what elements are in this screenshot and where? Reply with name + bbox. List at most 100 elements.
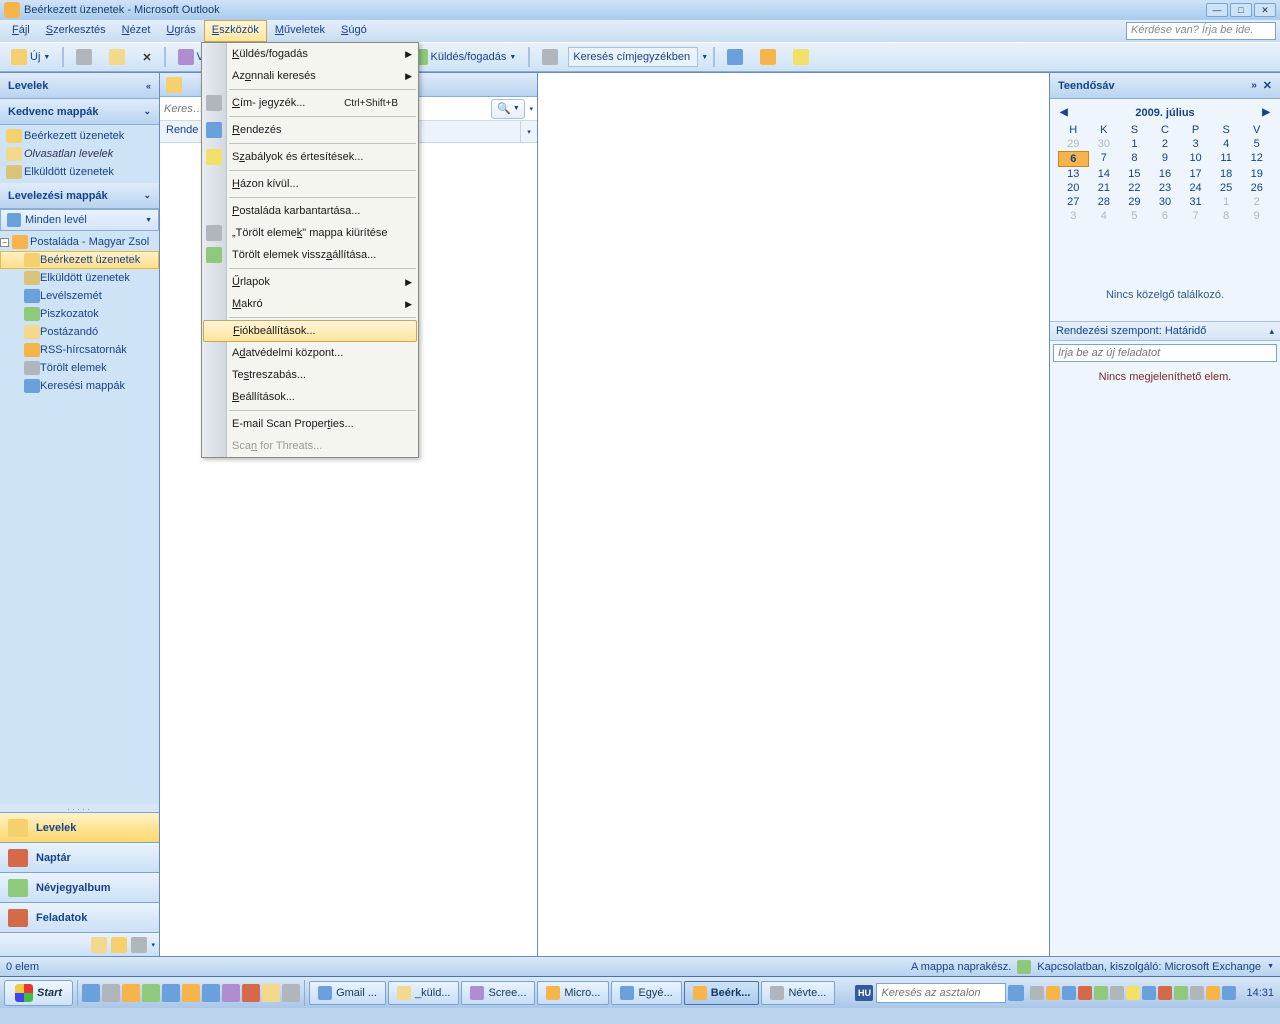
calendar-day[interactable]: 6 xyxy=(1058,151,1089,167)
arrange-dropdown[interactable]: ▾ xyxy=(521,121,537,142)
prev-month-button[interactable]: ◀ xyxy=(1060,107,1068,118)
folder-item[interactable]: Törölt elemek xyxy=(0,359,159,377)
calendar-day[interactable]: 23 xyxy=(1150,181,1181,195)
calendar-day[interactable]: 24 xyxy=(1180,181,1211,195)
calendar-day[interactable]: 21 xyxy=(1089,181,1120,195)
menu-item[interactable]: „Törölt elemek" mappa kiürítése xyxy=(202,222,418,244)
nav-resize-grip[interactable]: ····· xyxy=(0,804,159,812)
tray-icon[interactable] xyxy=(1062,986,1076,1000)
favorite-folder[interactable]: Elküldött üzenetek xyxy=(0,163,159,181)
calendar-day[interactable]: 4 xyxy=(1089,209,1120,223)
menu-item[interactable]: Fiókbeállítások... xyxy=(203,320,417,342)
ql-icon[interactable] xyxy=(142,984,160,1002)
ql-icon[interactable] xyxy=(82,984,100,1002)
help-button[interactable] xyxy=(720,46,750,68)
calendar-day[interactable]: 15 xyxy=(1119,167,1150,181)
calendar-day[interactable]: 8 xyxy=(1119,151,1150,167)
calendar-day[interactable]: 22 xyxy=(1119,181,1150,195)
calendar-day[interactable]: 6 xyxy=(1150,209,1181,223)
menu-item[interactable]: Beállítások... xyxy=(202,386,418,408)
ql-icon[interactable] xyxy=(242,984,260,1002)
tool-b-button[interactable] xyxy=(786,46,816,68)
menu-súgó[interactable]: Súgó xyxy=(333,20,375,42)
calendar-day[interactable]: 2 xyxy=(1241,195,1272,209)
clock[interactable]: 14:31 xyxy=(1240,987,1280,999)
calendar-day[interactable]: 7 xyxy=(1180,209,1211,223)
tray-icon[interactable] xyxy=(1110,986,1124,1000)
arrange-by-label[interactable]: Rende xyxy=(160,121,205,142)
calendar-day[interactable]: 2 xyxy=(1150,137,1181,151)
menu-item[interactable]: E-mail Scan Properties... xyxy=(202,413,418,435)
menu-fájl[interactable]: Fájl xyxy=(4,20,38,42)
folder-item[interactable]: RSS-hírcsatornák xyxy=(0,341,159,359)
taskbar-task[interactable]: _küld... xyxy=(388,981,459,1005)
nav-button-levelek[interactable]: Levelek xyxy=(0,812,159,842)
calendar-day[interactable]: 8 xyxy=(1211,209,1242,223)
address-search-input[interactable] xyxy=(568,47,698,67)
close-todo-icon[interactable]: ✕ xyxy=(1263,79,1272,92)
menu-item[interactable]: Szabályok és értesítések... xyxy=(202,146,418,168)
print-button[interactable] xyxy=(69,46,99,68)
calendar-day[interactable]: 3 xyxy=(1180,137,1211,151)
folder-icon[interactable] xyxy=(111,937,127,953)
folder-item[interactable]: +Keresési mappák xyxy=(0,377,159,395)
favorites-header[interactable]: Kedvenc mappák⌄ xyxy=(0,99,159,125)
ql-icon[interactable] xyxy=(162,984,180,1002)
nav-button-naptár[interactable]: Naptár xyxy=(0,842,159,872)
calendar-day[interactable]: 10 xyxy=(1180,151,1211,167)
calendar-day[interactable]: 4 xyxy=(1211,137,1242,151)
menu-item[interactable]: Törölt elemek visszaállítása... xyxy=(202,244,418,266)
tray-icon[interactable] xyxy=(1046,986,1060,1000)
menu-item[interactable]: Makró▶ xyxy=(202,293,418,315)
calendar-day[interactable]: 5 xyxy=(1241,137,1272,151)
new-button[interactable]: Új▼ xyxy=(4,46,57,68)
tray-icon[interactable] xyxy=(1190,986,1204,1000)
language-indicator[interactable]: HU xyxy=(855,985,873,1001)
taskbar-task[interactable]: Micro... xyxy=(537,981,609,1005)
menu-item[interactable]: Adatvédelmi központ... xyxy=(202,342,418,364)
taskbar-task[interactable]: Gmail ... xyxy=(309,981,386,1005)
calendar-day[interactable]: 1 xyxy=(1211,195,1242,209)
ql-icon[interactable] xyxy=(222,984,240,1002)
menu-eszközök[interactable]: Eszközök xyxy=(204,20,267,42)
tray-icon[interactable] xyxy=(1174,986,1188,1000)
menu-item[interactable]: Azonnali keresés▶ xyxy=(202,65,418,87)
calendar-day[interactable]: 9 xyxy=(1241,209,1272,223)
calendar-day[interactable]: 14 xyxy=(1089,167,1120,181)
search-options-chevron[interactable]: ▾ xyxy=(529,105,533,113)
desktop-search-button[interactable] xyxy=(1008,985,1024,1001)
delete-button[interactable]: ✕ xyxy=(135,46,158,68)
calendar-day[interactable]: 17 xyxy=(1180,167,1211,181)
taskbar-task[interactable]: Scree... xyxy=(461,981,535,1005)
menu-műveletek[interactable]: Műveletek xyxy=(267,20,333,42)
folder-item[interactable]: Beérkezett üzenetek xyxy=(0,251,159,269)
menu-item[interactable]: Rendezés xyxy=(202,119,418,141)
menu-item[interactable]: Postaláda karbantartása... xyxy=(202,200,418,222)
help-input[interactable]: Kérdése van? Írja be ide. xyxy=(1126,22,1276,40)
calendar-day[interactable]: 29 xyxy=(1119,195,1150,209)
calendar-day[interactable]: 16 xyxy=(1150,167,1181,181)
menu-ugrás[interactable]: Ugrás xyxy=(158,20,203,42)
calendar-day[interactable]: 26 xyxy=(1241,181,1272,195)
calendar-day[interactable]: 29 xyxy=(1058,137,1089,151)
ql-icon[interactable] xyxy=(182,984,200,1002)
menu-nézet[interactable]: Nézet xyxy=(114,20,159,42)
collapse-icon[interactable]: « xyxy=(146,81,151,91)
nav-button-névjegyalbum[interactable]: Névjegyalbum xyxy=(0,872,159,902)
move-button[interactable] xyxy=(102,46,132,68)
shortcuts-icon[interactable] xyxy=(131,937,147,953)
menu-item[interactable]: Házon kívül... xyxy=(202,173,418,195)
calendar-day[interactable]: 25 xyxy=(1211,181,1242,195)
calendar-day[interactable]: 19 xyxy=(1241,167,1272,181)
ql-icon[interactable] xyxy=(122,984,140,1002)
maximize-button[interactable]: □ xyxy=(1230,3,1252,17)
menu-item[interactable]: Űrlapok▶ xyxy=(202,271,418,293)
calendar-day[interactable]: 7 xyxy=(1089,151,1120,167)
calendar-day[interactable]: 5 xyxy=(1119,209,1150,223)
calendar-day[interactable]: 28 xyxy=(1089,195,1120,209)
folder-item[interactable]: Levélszemét xyxy=(0,287,159,305)
search-button[interactable]: 🔍▼ xyxy=(491,99,525,119)
all-mail-button[interactable]: Minden levél▼ xyxy=(0,209,159,231)
shortcut-icon[interactable] xyxy=(91,937,107,953)
calendar-day[interactable]: 11 xyxy=(1211,151,1242,167)
